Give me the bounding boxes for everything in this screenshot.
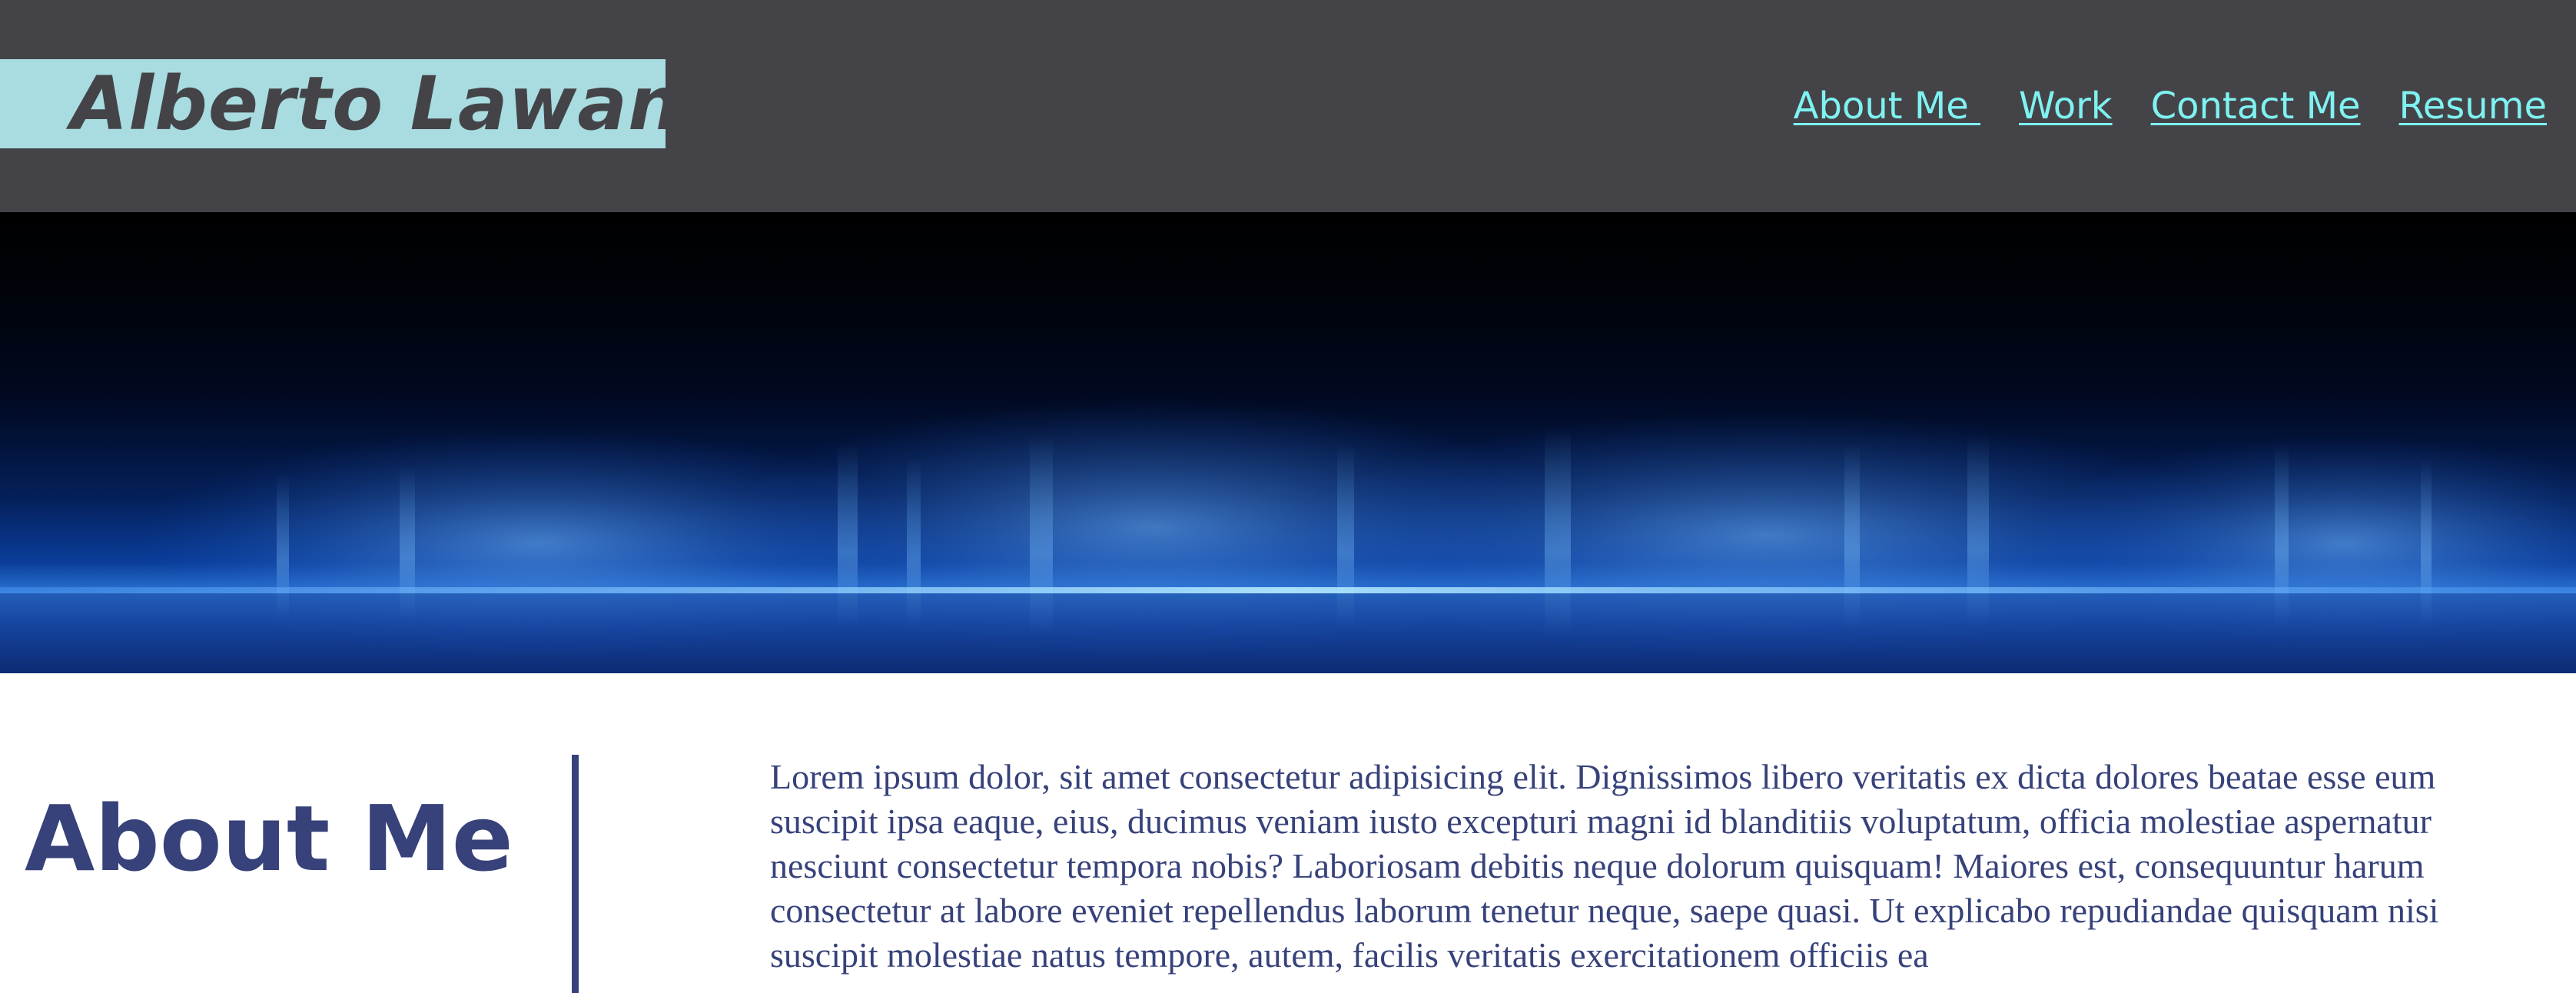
site-header: Alberto Lawant About Me Work Contact Me … bbox=[0, 0, 2576, 212]
nav-link-resume[interactable]: Resume bbox=[2399, 81, 2547, 131]
hero-aurora-image bbox=[0, 397, 2576, 673]
main-nav: About Me Work Contact Me Resume bbox=[1794, 81, 2547, 131]
section-divider bbox=[572, 755, 579, 993]
nav-link-work[interactable]: Work bbox=[2019, 81, 2113, 131]
nav-link-contact-me[interactable]: Contact Me bbox=[2151, 81, 2361, 131]
brand-banner: Alberto Lawant bbox=[0, 59, 716, 148]
hero-banner bbox=[0, 212, 2576, 673]
about-text: Lorem ipsum dolor, sit amet consectetur … bbox=[770, 757, 2439, 975]
brand-name[interactable]: Alberto Lawant bbox=[71, 62, 717, 145]
nav-link-about-me[interactable]: About Me bbox=[1794, 81, 1980, 131]
about-title: About Me bbox=[25, 785, 513, 892]
about-section: About Me Lorem ipsum dolor, sit amet con… bbox=[0, 673, 2576, 993]
